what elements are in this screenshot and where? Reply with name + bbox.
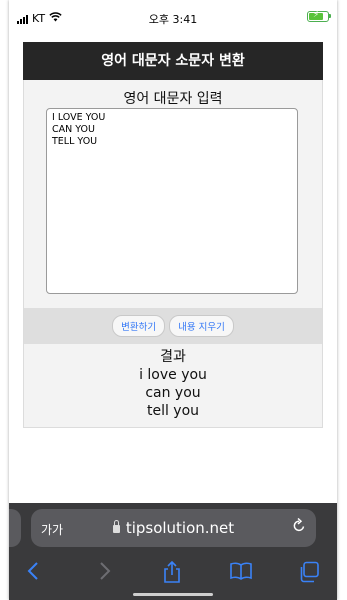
result-title: 결과 — [160, 349, 186, 365]
phone-screen: KT 오후 3:41 ⚡ 영어 대문자 소문자 변환 영어 대문자 입력 I L… — [9, 0, 337, 600]
reload-icon[interactable] — [292, 517, 306, 537]
result-line: can you — [145, 385, 201, 401]
url-text: tipsolution.net — [125, 519, 235, 537]
share-icon[interactable] — [162, 560, 182, 588]
uppercase-input[interactable]: I LOVE YOU CAN YOU TELL YOU — [46, 108, 298, 294]
result-line: tell you — [146, 403, 200, 419]
clear-button[interactable]: 내용 지우기 — [169, 315, 234, 337]
input-label: 영어 대문자 입력 — [123, 91, 223, 107]
button-bar: 변환하기 내용 지우기 — [24, 308, 322, 344]
home-indicator — [133, 593, 213, 596]
converter-panel: 영어 대문자 입력 I LOVE YOU CAN YOU TELL YOU 변환… — [23, 80, 323, 428]
tabs-icon[interactable] — [298, 561, 320, 588]
lock-icon — [112, 520, 120, 533]
address-bar[interactable]: 가가 tipsolution.net — [31, 509, 316, 547]
forward-icon[interactable] — [99, 561, 111, 586]
page-title: 영어 대문자 소문자 변환 — [23, 42, 323, 80]
status-bar: KT 오후 3:41 ⚡ — [9, 0, 337, 36]
browser-toolbar: 가가 tipsolution.net — [9, 503, 337, 600]
previous-tab-edge[interactable] — [9, 509, 21, 547]
battery-charging-icon: ⚡ — [307, 10, 331, 22]
bookmarks-icon[interactable] — [229, 561, 253, 586]
back-icon[interactable] — [27, 561, 39, 586]
url-display[interactable]: tipsolution.net — [31, 519, 316, 537]
status-right: ⚡ — [307, 10, 331, 22]
convert-button[interactable]: 변환하기 — [112, 315, 166, 337]
result-line: i love you — [139, 367, 207, 383]
nav-toolbar — [9, 557, 337, 589]
result-section: 결과 i love you can you tell you — [24, 348, 322, 420]
status-time: 오후 3:41 — [148, 13, 198, 26]
